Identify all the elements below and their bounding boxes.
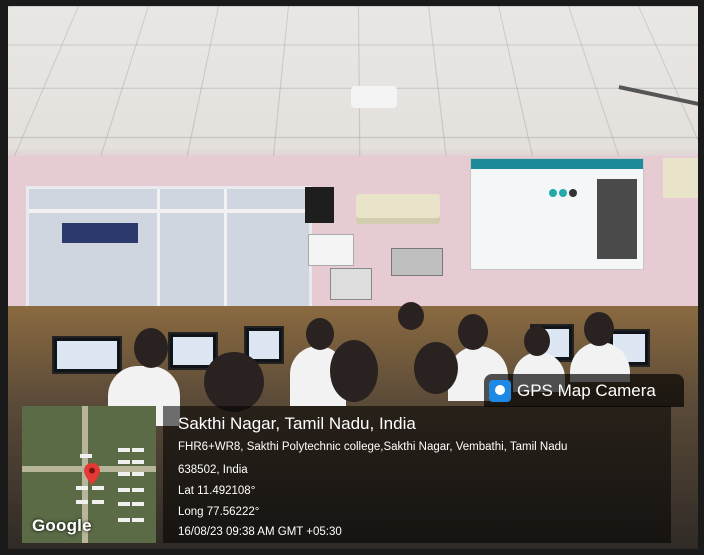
address-line-1: FHR6+WR8, Sakthi Polytechnic college,Sak…	[178, 441, 568, 453]
location-title: Sakthi Nagar, Tamil Nadu, India	[178, 414, 416, 433]
google-logo: Google	[32, 516, 92, 535]
latitude: Lat 11.492108°	[178, 485, 256, 497]
address-line-2: 638502, India	[178, 464, 248, 476]
timestamp: 16/08/23 09:38 AM GMT +05:30	[178, 526, 342, 538]
gps-map-camera-app-icon	[489, 379, 511, 402]
app-name: GPS Map Camera	[517, 380, 656, 400]
location-pin-icon	[84, 463, 100, 485]
gps-stamp-overlay: Google GPS Map Camera Sakthi Nagar, Tami…	[0, 0, 704, 555]
gps-map-camera-badge: GPS Map Camera	[484, 374, 684, 407]
longitude: Long 77.56222°	[178, 506, 260, 518]
